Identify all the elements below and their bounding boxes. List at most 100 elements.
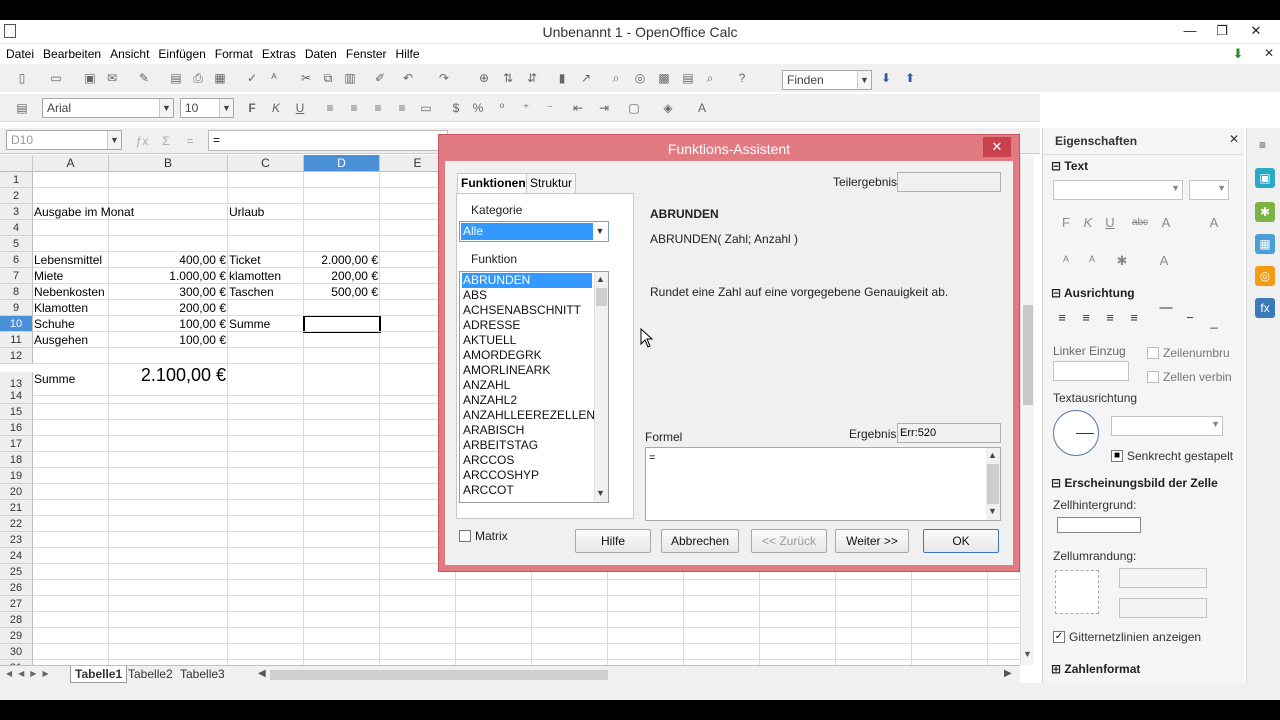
email-icon[interactable]: ✉	[104, 70, 120, 86]
font-color-icon[interactable]: A	[694, 100, 710, 116]
function-list-item[interactable]: AKTUELL	[462, 333, 592, 348]
decrease-indent-icon[interactable]: ⇤	[570, 100, 586, 116]
scroll-up-icon[interactable]: ▲	[988, 450, 997, 460]
matrix-checkbox[interactable]	[459, 530, 471, 542]
sidebar-align-left-icon[interactable]: ≡	[1053, 309, 1071, 327]
sidebar-align-right-icon[interactable]: ≡	[1101, 309, 1119, 327]
row-header[interactable]: 16	[0, 420, 33, 436]
sidebar-shadow-icon[interactable]: A	[1157, 214, 1175, 232]
sidebar-spacing-icon[interactable]: ✱	[1113, 252, 1131, 270]
col-header-d[interactable]: D	[304, 155, 380, 172]
currency-icon[interactable]: $	[448, 100, 464, 116]
border-color-box[interactable]	[1119, 598, 1207, 618]
border-picker[interactable]	[1055, 570, 1099, 614]
alignment-section-header[interactable]: ⊟ Ausrichtung	[1051, 286, 1135, 300]
sort-descending-icon[interactable]: ⇵	[524, 70, 540, 86]
wrap-checkbox[interactable]	[1147, 347, 1159, 359]
pivot-icon[interactable]: ↗	[578, 70, 594, 86]
hscroll-thumb[interactable]	[270, 670, 608, 680]
help-button[interactable]: Hilfe	[575, 529, 651, 553]
sidebar-valign-bottom-icon[interactable]: _	[1205, 313, 1223, 331]
sidebar-grow-icon[interactable]: A	[1205, 214, 1223, 232]
appearance-section-header[interactable]: ⊟ Erscheinungsbild der Zelle	[1051, 476, 1218, 490]
help-icon[interactable]: ?	[734, 70, 750, 86]
sidebar-font-color-icon[interactable]: A	[1155, 252, 1173, 270]
spellcheck-icon[interactable]: ✓	[244, 70, 260, 86]
minimize-button[interactable]: —	[1176, 22, 1204, 40]
sheet-nav-arrows-icon[interactable]: ◀◀▶▶	[6, 669, 55, 678]
pdf-icon[interactable]: ▤	[168, 70, 184, 86]
undo-icon[interactable]: ↶	[400, 70, 416, 86]
function-list-item[interactable]: ARCCOSHYP	[462, 468, 592, 483]
cell-d6[interactable]: 2.000,00 €	[304, 252, 378, 268]
sidebar-justify-icon[interactable]: ≡	[1125, 309, 1143, 327]
cell-a7[interactable]: Miete	[34, 268, 63, 284]
datasource-icon[interactable]: ▤	[680, 70, 696, 86]
borders-icon[interactable]: ▢	[626, 100, 642, 116]
dialog-close-button[interactable]: ✕	[983, 137, 1011, 157]
close-document-icon[interactable]: ✕	[1264, 46, 1278, 62]
sidebar-align-center-icon[interactable]: ≡	[1077, 309, 1095, 327]
scroll-thumb[interactable]	[1023, 305, 1033, 405]
cell-d7[interactable]: 200,00 €	[304, 268, 378, 284]
sidebar-font-name[interactable]: ▼	[1053, 180, 1183, 200]
row-header[interactable]: 26	[0, 580, 33, 596]
row-header[interactable]: 28	[0, 612, 33, 628]
cell-b6[interactable]: 400,00 €	[109, 252, 226, 268]
sidebar-close-icon[interactable]: ✕	[1229, 132, 1239, 146]
menu-daten[interactable]: Daten	[302, 44, 340, 64]
function-list-item[interactable]: ABS	[462, 288, 592, 303]
format-brush-icon[interactable]: ✐	[372, 70, 388, 86]
row-header[interactable]: 7	[0, 268, 33, 284]
row-header[interactable]: 12	[0, 348, 33, 364]
paste-icon[interactable]: ▥	[342, 70, 358, 86]
italic-icon[interactable]: K	[268, 100, 284, 116]
restore-button[interactable]: ❐	[1208, 22, 1236, 40]
row-header[interactable]: 15	[0, 404, 33, 420]
menu-hilfe[interactable]: Hilfe	[393, 44, 423, 64]
tab-funktionen[interactable]: Funktionen	[457, 173, 530, 194]
cell-c6[interactable]: Ticket	[229, 252, 261, 268]
scroll-down-icon[interactable]: ▼	[596, 488, 605, 498]
row-header[interactable]: 6	[0, 252, 33, 268]
sidebar-bold-icon[interactable]: F	[1057, 214, 1075, 232]
sidebar-valign-center-icon[interactable]: −	[1181, 309, 1199, 327]
cell-c3[interactable]: Urlaub	[229, 204, 264, 220]
row-header[interactable]: 9	[0, 300, 33, 316]
open-icon[interactable]: ▭	[48, 70, 64, 86]
copy-icon[interactable]: ⧉	[320, 70, 336, 86]
scroll-down-icon[interactable]: ▼	[988, 506, 997, 516]
row-header[interactable]: 14	[0, 388, 33, 404]
edit-icon[interactable]: ✎	[136, 70, 152, 86]
row-header[interactable]: 1	[0, 172, 33, 188]
function-list-item[interactable]: AMORDEGRK	[462, 348, 592, 363]
row-header[interactable]: 4	[0, 220, 33, 236]
hscroll-left-icon[interactable]: ◀	[258, 668, 266, 679]
find-previous-icon[interactable]: ⬆	[902, 70, 918, 86]
properties-deck-icon[interactable]: ▣	[1255, 168, 1275, 188]
formula-editor[interactable]: = ▲ ▼	[645, 447, 1001, 521]
border-style-box[interactable]	[1119, 568, 1207, 588]
cut-icon[interactable]: ✂	[298, 70, 314, 86]
gridlines-checkbox[interactable]: ✓	[1053, 631, 1065, 643]
cell-c10[interactable]: Summe	[229, 316, 270, 332]
scroll-down-icon[interactable]: ▼	[1023, 649, 1033, 659]
sidebar-menu-icon[interactable]: ≡	[1259, 138, 1266, 152]
function-list-scrollbar[interactable]: ▲ ▼	[594, 272, 608, 502]
text-section-header[interactable]: ⊟ Text	[1051, 159, 1088, 173]
find-replace-icon[interactable]: ⌕	[608, 70, 624, 86]
formula-editor-thumb[interactable]	[987, 464, 999, 504]
download-icon[interactable]: ⬇	[1230, 46, 1246, 62]
menu-datei[interactable]: Datei	[3, 44, 37, 64]
cell-b8[interactable]: 300,00 €	[109, 284, 226, 300]
background-color-icon[interactable]: ◈	[660, 100, 676, 116]
add-decimal-icon[interactable]: ⁺	[518, 100, 534, 116]
function-list-thumb[interactable]	[596, 288, 607, 306]
menu-format[interactable]: Format	[212, 44, 256, 64]
function-list-item[interactable]: AMORLINEARK	[462, 363, 592, 378]
row-header[interactable]: 23	[0, 532, 33, 548]
next-button[interactable]: Weiter >>	[835, 529, 909, 553]
function-list-item[interactable]: ANZAHL	[462, 378, 592, 393]
hyperlink-icon[interactable]: ⊕	[476, 70, 492, 86]
standard-format-icon[interactable]: ⁰	[494, 100, 510, 116]
